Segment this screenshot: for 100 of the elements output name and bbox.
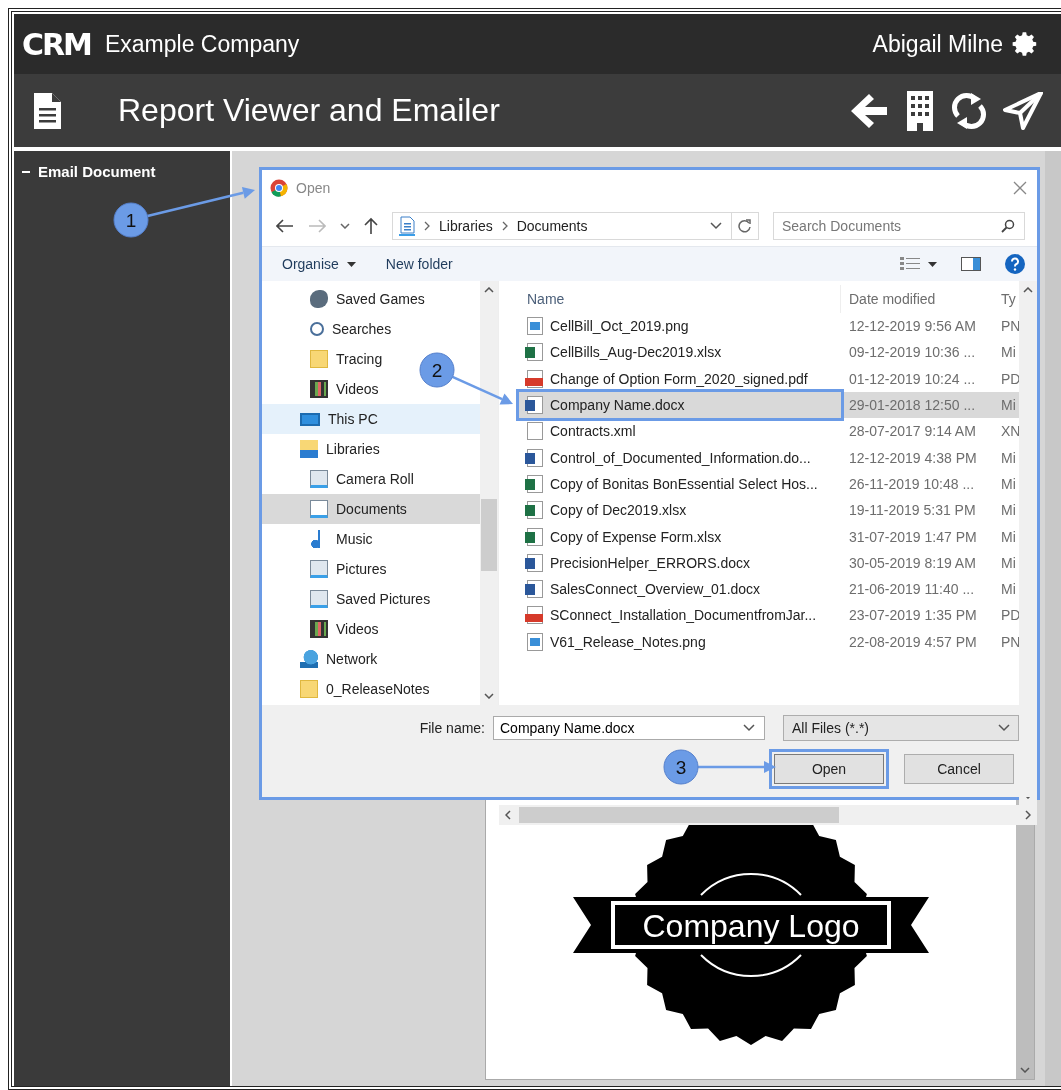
cancel-button[interactable]: Cancel (904, 754, 1014, 784)
navigation-item-label[interactable]: Documents (336, 501, 407, 517)
search-icon[interactable] (1001, 219, 1015, 233)
file-name-cell[interactable]: Change of Option Form_2020_signed.pdf (519, 365, 841, 392)
file-name[interactable]: Contracts.xml (550, 423, 636, 440)
sidebar-item[interactable]: Email Document (14, 163, 230, 180)
navigation-item[interactable]: Pictures (262, 554, 395, 584)
navigation-item-label[interactable]: Pictures (336, 561, 387, 577)
navigation-item[interactable]: Tracing (262, 344, 391, 374)
back-icon[interactable] (276, 219, 294, 233)
file-row[interactable]: CellBill_Oct_2019.png 12-12-2019 9:56 AM PN (519, 313, 1019, 340)
navigation-item[interactable]: Saved Games (262, 284, 433, 314)
view-options-icon[interactable] (900, 257, 920, 271)
file-name-cell[interactable]: SConnect_Installation_DocumentfromJar... (519, 602, 841, 629)
file-name-cell[interactable]: Copy of Expense Form.xlsx (519, 523, 841, 550)
column-header[interactable]: Name (519, 285, 841, 313)
file-row[interactable]: SalesConnect_Overview_01.docx 21-06-2019 11:40 ... Mi (519, 575, 1019, 603)
scrollbar-thumb[interactable] (519, 807, 839, 823)
file-name-field[interactable]: Company Name.docx (493, 716, 765, 740)
file-row[interactable]: Copy of Expense Form.xlsx 31-07-2019 1:47 PM Mi (519, 523, 1019, 550)
navigation-item[interactable]: 0_ReleaseNotes (262, 674, 438, 704)
scroll-down-icon[interactable] (484, 693, 494, 699)
navigation-item-label[interactable]: Network (326, 651, 378, 667)
file-name[interactable]: PrecisionHelper_ERRORS.docx (550, 554, 750, 571)
address-bar[interactable]: Libraries Documents (392, 212, 759, 240)
file-row[interactable]: Change of Option Form_2020_signed.pdf 01-12-2019 10:24 ... PD (519, 365, 1019, 392)
file-row[interactable]: Contracts.xml 28-07-2017 9:14 AM XN (519, 418, 1019, 445)
file-row[interactable]: Control_of_Documented_Information.do... 12-12-2019 4:38 PM Mi (519, 444, 1019, 471)
new-folder-button[interactable]: New folder (385, 256, 453, 272)
file-name-cell[interactable]: V61_Release_Notes.png (519, 628, 841, 655)
caret-icon[interactable] (928, 261, 937, 267)
file-name[interactable]: Company Name.docx (550, 397, 685, 414)
building-icon[interactable] (905, 90, 935, 131)
file-row[interactable]: PrecisionHelper_ERRORS.docx 30-05-2019 8:19 AM Mi (519, 549, 1019, 576)
scroll-up-icon[interactable] (1023, 287, 1033, 293)
scroll-up-icon[interactable] (484, 287, 494, 293)
file-name-cell[interactable]: Copy of Dec2019.xlsx (519, 497, 841, 524)
navigation-item-label[interactable]: This PC (328, 411, 378, 427)
file-name[interactable]: SalesConnect_Overview_01.docx (550, 581, 761, 598)
navigation-item-label[interactable]: Libraries (326, 441, 380, 457)
file-name[interactable]: CellBill_Oct_2019.png (550, 318, 689, 335)
scroll-down-icon[interactable] (1020, 1067, 1030, 1073)
file-type-dropdown[interactable]: All Files (*.*) (783, 715, 1019, 741)
organise-menu[interactable]: Organise (282, 256, 339, 272)
navigation-item[interactable]: Saved Pictures (262, 584, 439, 614)
refresh-icon[interactable] (951, 91, 987, 130)
file-name[interactable]: V61_Release_Notes.png (550, 633, 706, 650)
column-header[interactable]: Date modified (841, 291, 995, 307)
file-row[interactable]: Company Name.docx 29-01-2018 12:50 ... Mi (519, 391, 1019, 419)
file-name[interactable]: Change of Option Form_2020_signed.pdf (550, 370, 808, 387)
settings-icon[interactable] (1011, 30, 1039, 58)
user-name[interactable]: Abigail Milne (872, 30, 1003, 58)
navigation-item[interactable]: Searches (262, 314, 400, 344)
breadcrumb[interactable]: Documents (516, 218, 588, 234)
file-name[interactable]: Copy of Dec2019.xlsx (550, 502, 687, 519)
file-row[interactable]: Copy of Dec2019.xlsx 19-11-2019 5:31 PM Mi (519, 497, 1019, 524)
file-name[interactable]: Copy of Bonitas BonEssential Select Hos... (550, 475, 818, 492)
send-icon[interactable] (1003, 91, 1043, 130)
navigation-item[interactable]: Music (262, 524, 381, 554)
scroll-right-icon[interactable] (1025, 810, 1031, 820)
navigation-item[interactable]: Network (262, 644, 386, 674)
file-row[interactable]: SConnect_Installation_DocumentfromJar... 23-07-2019 1:35 PM PD (519, 602, 1019, 629)
navigation-item-label[interactable]: Videos (336, 381, 379, 397)
file-name-cell[interactable]: CellBill_Oct_2019.png (519, 313, 841, 340)
navigation-item-label[interactable]: Saved Pictures (336, 591, 431, 607)
file-name-cell[interactable]: PrecisionHelper_ERRORS.docx (519, 549, 841, 576)
navigation-item-label[interactable]: Searches (332, 321, 392, 337)
navigation-item-label[interactable]: Tracing (336, 351, 383, 367)
up-arrow-icon[interactable] (364, 217, 378, 235)
breadcrumb[interactable]: Libraries (439, 218, 493, 234)
file-name[interactable]: Copy of Expense Form.xlsx (550, 528, 722, 545)
file-name-cell[interactable]: SalesConnect_Overview_01.docx (519, 575, 841, 603)
sidebar-item-label[interactable]: Email Document (38, 163, 156, 180)
chevron-down-icon[interactable] (340, 223, 350, 229)
navigation-item[interactable]: Libraries (262, 434, 388, 464)
scroll-left-icon[interactable] (505, 810, 511, 820)
file-row[interactable]: Copy of Bonitas BonEssential Select Hos... 26-11-2019 10:48 ... Mi (519, 470, 1019, 498)
file-name[interactable]: CellBills_Aug-Dec2019.xlsx (550, 344, 722, 361)
back-arrow-icon[interactable] (849, 91, 889, 130)
navigation-item[interactable]: Videos (262, 614, 387, 644)
navigation-item-label[interactable]: Saved Games (336, 291, 425, 307)
navigation-item[interactable]: Documents (262, 494, 480, 524)
file-name-cell[interactable]: CellBills_Aug-Dec2019.xlsx (519, 339, 841, 366)
preview-pane-icon[interactable] (961, 257, 981, 271)
file-name-cell[interactable]: Copy of Bonitas BonEssential Select Hos... (519, 470, 841, 498)
file-name[interactable]: Control_of_Documented_Information.do... (550, 449, 811, 466)
close-icon[interactable] (1013, 181, 1027, 195)
help-icon[interactable] (1005, 254, 1025, 274)
navigation-item[interactable]: Videos (262, 374, 387, 404)
file-name[interactable]: SConnect_Installation_DocumentfromJar... (550, 607, 817, 624)
navigation-item-label[interactable]: 0_ReleaseNotes (326, 681, 430, 697)
scrollbar-thumb[interactable] (481, 499, 497, 571)
navigation-item[interactable]: This PC (262, 404, 480, 434)
navigation-item-label[interactable]: Videos (336, 621, 379, 637)
navigation-item-label[interactable]: Music (336, 531, 373, 547)
file-row[interactable]: CellBills_Aug-Dec2019.xlsx 09-12-2019 10:36 ... Mi (519, 339, 1019, 366)
chevron-down-icon[interactable] (710, 222, 722, 230)
file-row[interactable]: V61_Release_Notes.png 22-08-2019 4:57 PM PN (519, 628, 1019, 655)
file-name-cell[interactable]: Company Name.docx (519, 391, 841, 419)
navigation-item-label[interactable]: Camera Roll (336, 471, 414, 487)
